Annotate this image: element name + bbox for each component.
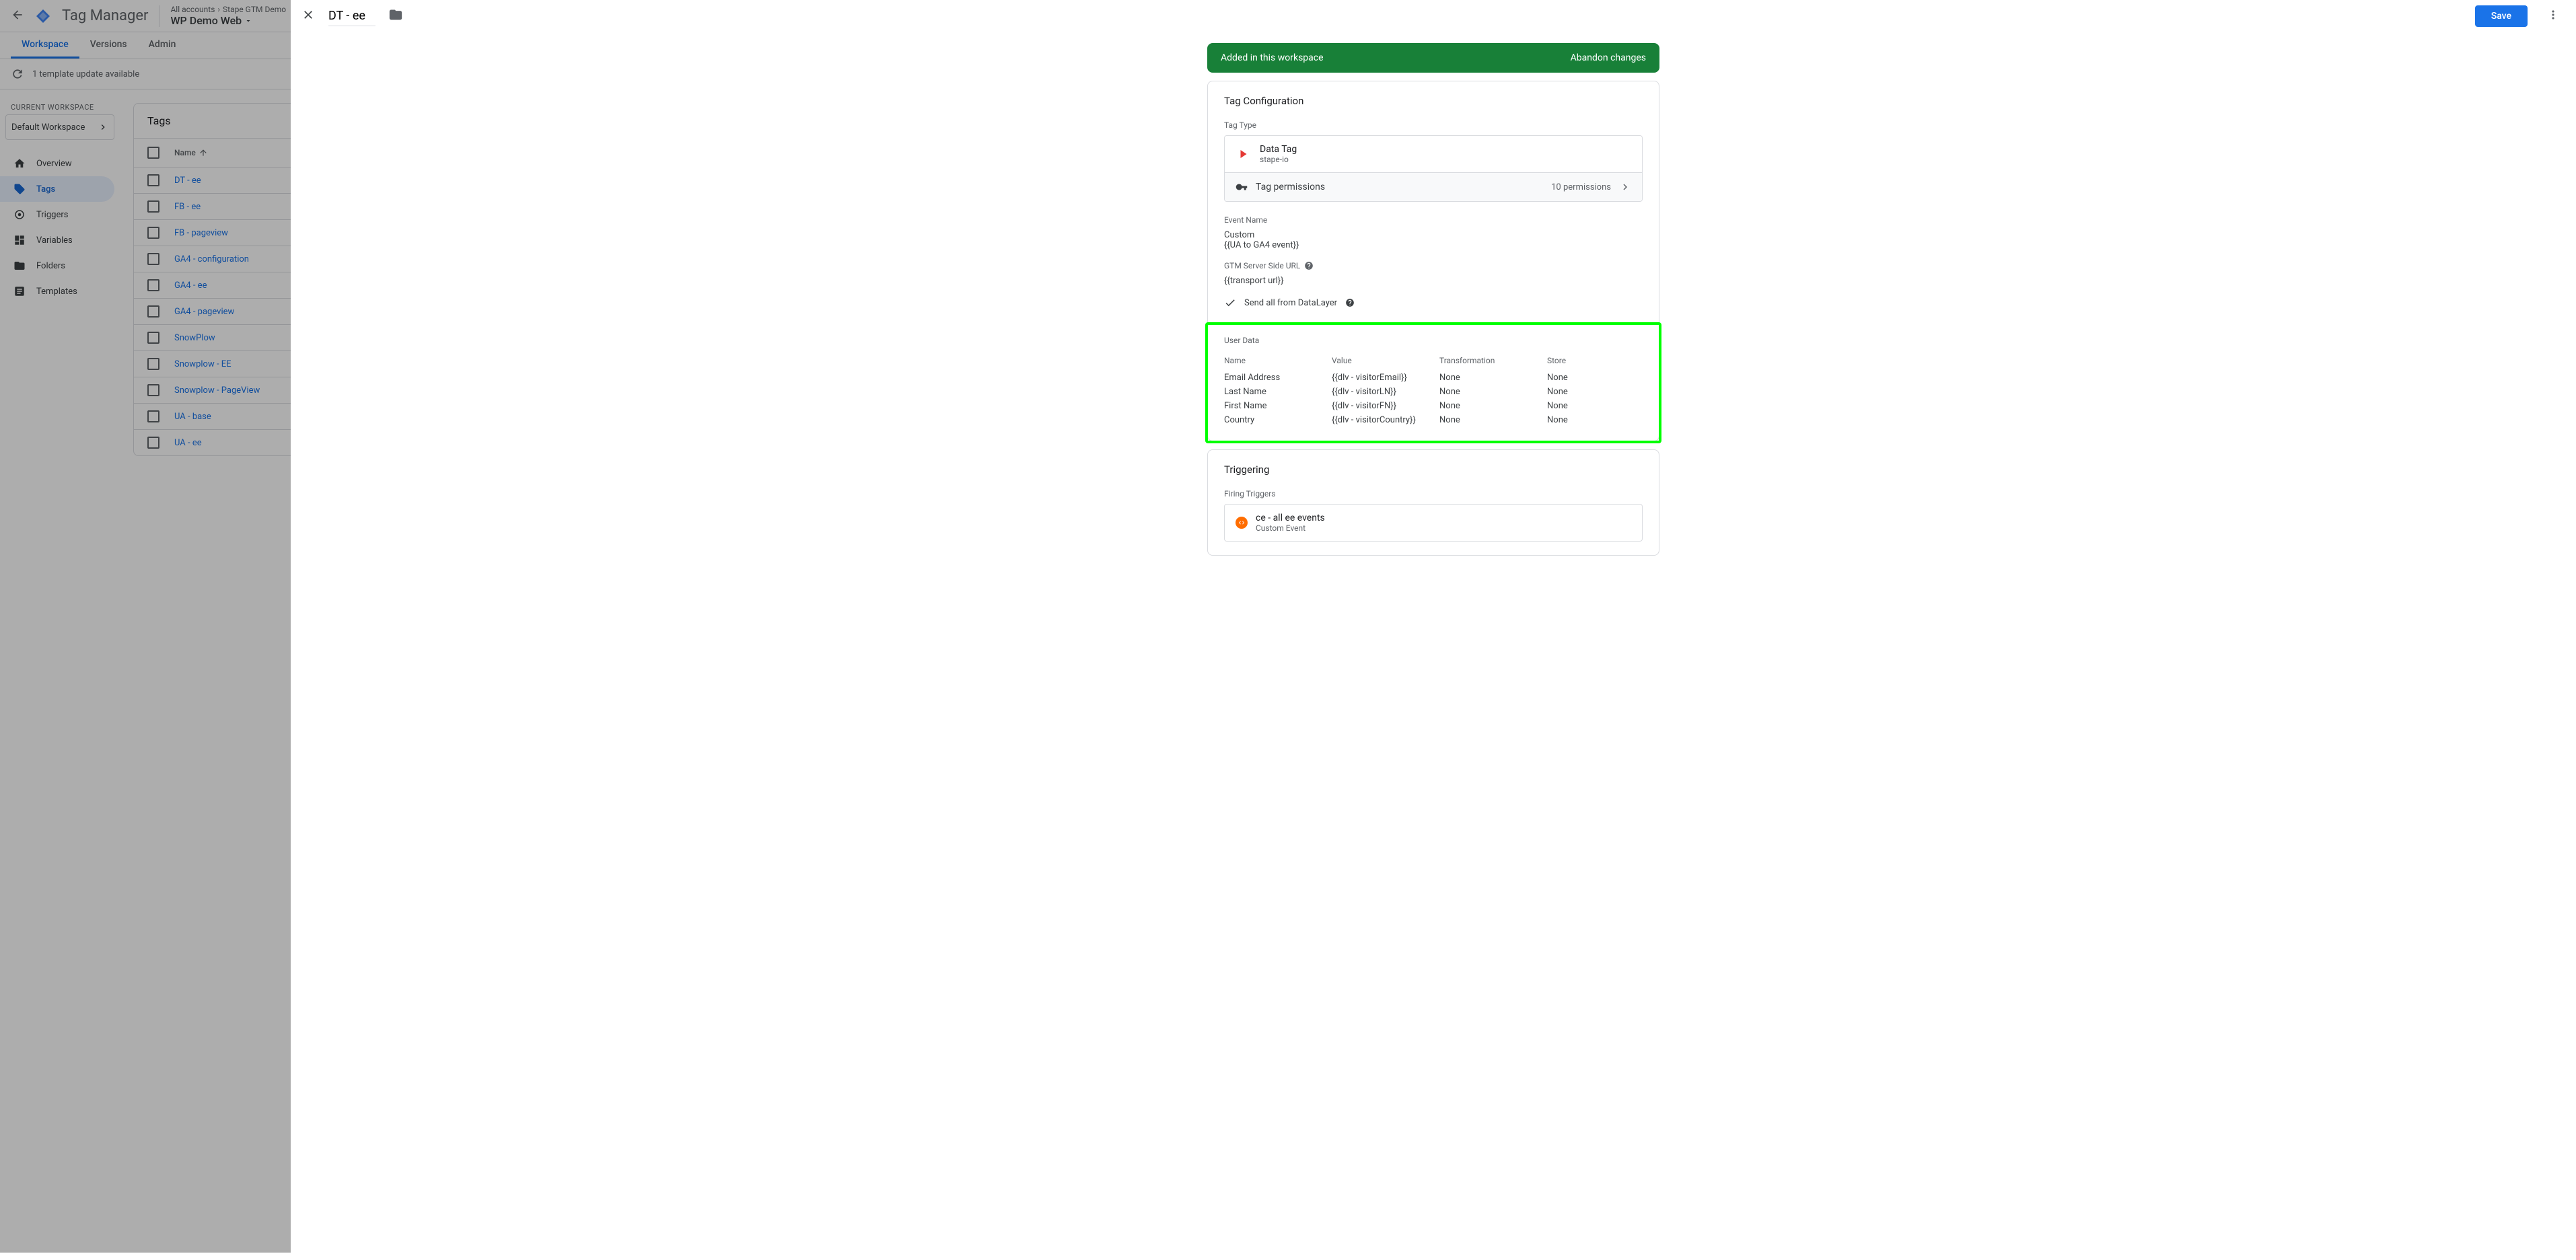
ud-store: None [1547,373,1643,383]
save-button[interactable]: Save [2475,5,2528,27]
tag-config-card[interactable]: Tag Configuration Tag Type Data Tag stap… [1207,81,1659,441]
tag-name: Data Tag [1260,144,1297,155]
user-data-row: First Name {{dlv - visitorFN}} None None [1224,399,1643,413]
ud-value: {{dlv - visitorCountry}} [1332,415,1439,425]
more-menu-button[interactable] [2541,3,2565,30]
abandon-changes-link[interactable]: Abandon changes [1571,52,1646,63]
event-name-value2: {{UA to GA4 event}} [1224,240,1643,250]
triggering-section[interactable]: Triggering Firing Triggers ce - all ee e… [1207,449,1659,556]
help-icon[interactable] [1304,261,1314,270]
chevron-right-icon [1619,181,1631,193]
event-name-field: Event Name Custom {{UA to GA4 event}} [1224,215,1643,250]
ud-store: None [1547,387,1643,397]
ud-name: Last Name [1224,387,1332,397]
ud-col-store: Store [1547,356,1643,365]
ud-store: None [1547,401,1643,411]
tag-permissions-row[interactable]: Tag permissions 10 permissions [1225,172,1642,201]
panel-header: Save [291,0,2576,32]
event-name-value1: Custom [1224,230,1643,240]
user-data-title: User Data [1224,336,1643,345]
custom-event-icon [1236,517,1248,529]
trigger-box[interactable]: ce - all ee events Custom Event [1224,504,1643,542]
ud-transform: None [1439,401,1547,411]
send-all-label: Send all from DataLayer [1244,298,1337,308]
ud-name: First Name [1224,401,1332,411]
tag-type-row[interactable]: Data Tag stape-io [1225,136,1642,172]
tag-title-input[interactable] [328,6,375,26]
triggering-title: Triggering [1224,464,1643,476]
permissions-count: 10 permissions [1551,182,1611,192]
ud-store: None [1547,415,1643,425]
trigger-type: Custom Event [1256,523,1325,533]
ud-transform: None [1439,415,1547,425]
user-data-row: Last Name {{dlv - visitorLN}} None None [1224,385,1643,399]
ud-value: {{dlv - visitorFN}} [1332,401,1439,411]
trigger-name: ce - all ee events [1256,513,1325,523]
close-icon [301,8,315,22]
key-icon [1236,181,1248,193]
folder-icon [389,8,402,22]
ud-col-value: Value [1332,356,1439,365]
gtm-url-label: GTM Server Side URL [1224,261,1300,270]
panel-body: Added in this workspace Abandon changes … [291,32,2576,1253]
check-icon [1224,297,1236,309]
gtm-url-field: GTM Server Side URL {{transport url}} [1224,261,1643,286]
tag-vendor: stape-io [1260,155,1297,164]
user-data-row: Email Address {{dlv - visitorEmail}} Non… [1224,371,1643,385]
send-all-row: Send all from DataLayer [1224,297,1643,309]
event-name-label: Event Name [1224,215,1643,225]
gtm-url-value: {{transport url}} [1224,276,1643,286]
tag-permissions-label: Tag permissions [1256,182,1325,192]
tag-type-label: Tag Type [1224,120,1643,130]
close-button[interactable] [301,8,315,24]
ud-value: {{dlv - visitorEmail}} [1332,373,1439,383]
tag-config-title: Tag Configuration [1224,95,1643,107]
help-icon[interactable] [1345,298,1355,307]
user-data-row: Country {{dlv - visitorCountry}} None No… [1224,413,1643,427]
stape-icon [1236,146,1252,162]
ud-transform: None [1439,373,1547,383]
tag-editor-panel: Save Added in this workspace Abandon cha… [291,0,2576,1253]
ud-value: {{dlv - visitorLN}} [1332,387,1439,397]
banner-text: Added in this workspace [1221,52,1324,63]
ud-name: Email Address [1224,373,1332,383]
firing-label: Firing Triggers [1224,489,1643,498]
ud-name: Country [1224,415,1332,425]
tag-type-box: Data Tag stape-io Tag permissions 10 per… [1224,135,1643,202]
ud-transform: None [1439,387,1547,397]
ud-col-transform: Transformation [1439,356,1547,365]
user-data-section: User Data Name Value Transformation Stor… [1205,322,1661,443]
ud-col-name: Name [1224,356,1332,365]
folder-button[interactable] [389,8,402,24]
workspace-banner: Added in this workspace Abandon changes [1207,43,1659,73]
more-vert-icon [2546,8,2560,22]
